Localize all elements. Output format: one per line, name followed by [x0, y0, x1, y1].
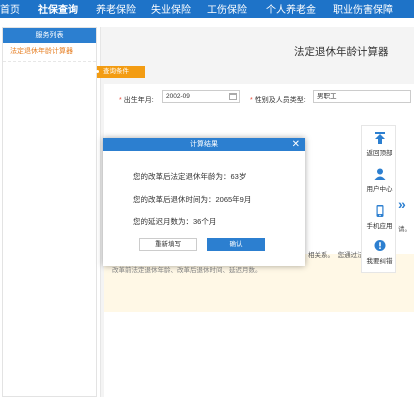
notice-text-2: 请。 — [398, 226, 411, 233]
phone-icon — [376, 205, 383, 217]
birth-label-text: 出生年月: — [123, 97, 154, 104]
dialog-header: 计算结果 ✕ — [103, 138, 305, 151]
identity-select[interactable]: 男职工 — [313, 90, 411, 103]
reset-button[interactable]: 重新填写 — [139, 238, 197, 251]
user-icon — [374, 168, 385, 180]
feedback-button[interactable]: 我要纠错 — [362, 240, 397, 265]
user-center-label: 用户中心 — [366, 186, 393, 193]
sidebar-item-retirement-calculator[interactable]: 法定退休年龄计算器 — [3, 43, 96, 62]
nav-item-pension[interactable]: 养老保险 — [96, 1, 136, 16]
result-delay-months: 您的延迟月数为：36个月 — [133, 217, 217, 226]
identity-value: 男职工 — [317, 93, 337, 100]
result-retirement-age: 您的改革后法定退休年龄为：63岁 — [133, 172, 247, 181]
calendar-icon[interactable] — [229, 93, 237, 100]
nav-item-social-security-query[interactable]: 社保查询 — [38, 1, 78, 16]
nav-item-personal-pension[interactable]: 个人养老金 — [266, 1, 316, 16]
identity-label-text: 性别及人员类型: — [254, 97, 306, 104]
back-to-top-button[interactable]: 返回顶部 — [362, 132, 397, 157]
arrow-up-icon — [374, 132, 385, 144]
user-center-button[interactable]: 用户中心 — [362, 168, 397, 193]
birth-label: * 出生年月: — [119, 95, 154, 105]
nav-item-home[interactable]: 首页 — [0, 1, 20, 16]
feedback-icon — [374, 240, 385, 251]
page-title: 法定退休年龄计算器 — [294, 46, 389, 58]
result-dialog: 计算结果 ✕ 您的改革后法定退休年龄为：63岁 您的改革后退休时间为：2065年… — [103, 138, 305, 266]
back-to-top-label: 返回顶部 — [366, 150, 393, 157]
required-mark: * — [119, 97, 122, 104]
nav-item-occupational-injury[interactable]: 职业伤害保障 — [333, 1, 393, 16]
mobile-app-button[interactable]: 手机应用 — [362, 205, 397, 230]
query-conditions-tag: 查询条件 — [96, 66, 145, 78]
mobile-app-label: 手机应用 — [366, 223, 393, 230]
dialog-title: 计算结果 — [190, 141, 218, 148]
floating-toolbar: 返回顶部 用户中心 手机应用 我要纠错 — [361, 125, 396, 273]
close-icon[interactable]: ✕ — [292, 138, 300, 151]
birth-date-input[interactable]: 2002-09 — [162, 90, 240, 103]
result-retirement-date: 您的改革后退休时间为：2065年9月 — [133, 195, 252, 204]
nav-item-unemployment[interactable]: 失业保险 — [151, 1, 191, 16]
birth-date-value: 2002-09 — [166, 93, 190, 100]
identity-label: * 性别及人员类型: — [250, 95, 306, 105]
feedback-label: 我要纠错 — [366, 258, 393, 265]
sidebar-header: 服务列表 — [3, 28, 96, 43]
sidebar: 服务列表 法定退休年龄计算器 — [2, 27, 97, 397]
confirm-button[interactable]: 确认 — [207, 238, 265, 251]
nav-item-injury[interactable]: 工伤保险 — [207, 1, 247, 16]
required-mark: * — [250, 97, 253, 104]
chevron-right-icon[interactable]: » — [398, 196, 406, 212]
top-nav: 首页 社保查询 养老保险 失业保险 工伤保险 个人养老金 职业伤害保障 — [0, 0, 414, 16]
nav-divider — [0, 15, 414, 18]
